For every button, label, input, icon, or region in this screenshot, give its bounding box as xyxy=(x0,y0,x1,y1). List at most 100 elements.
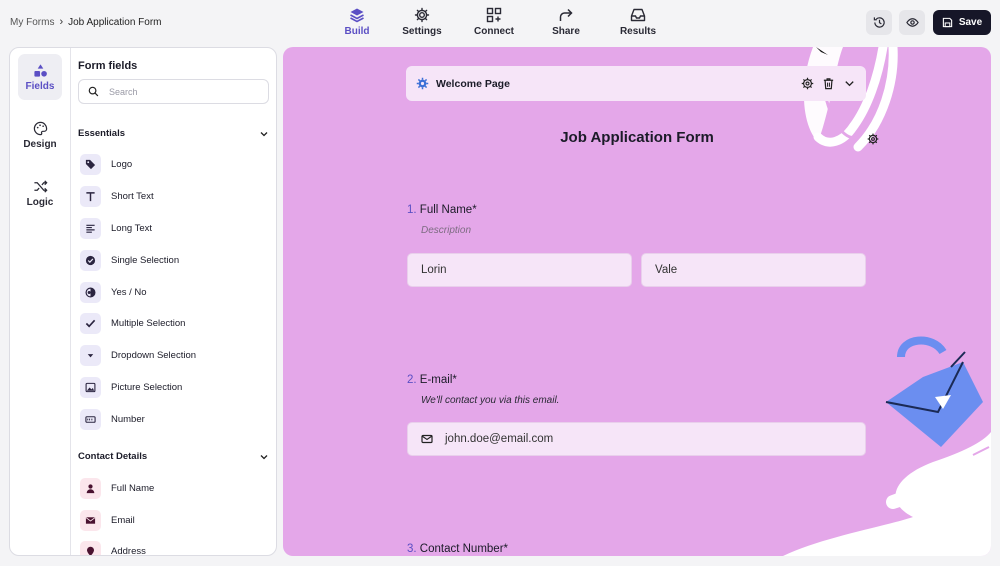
rail-item-logic[interactable]: Logic xyxy=(18,170,62,216)
section-essentials-title: Essentials xyxy=(78,128,125,139)
question-full-name-description[interactable]: Description xyxy=(421,225,471,236)
title-settings-gear-icon[interactable] xyxy=(867,133,879,145)
share-arrow-icon xyxy=(559,8,573,21)
tab-share-label: Share xyxy=(552,26,580,37)
welcome-page-label: Welcome Page xyxy=(436,77,510,90)
question-contact-number-label[interactable]: 3. Contact Number* xyxy=(407,543,508,555)
field-item-picture-selection[interactable]: Picture Selection xyxy=(80,377,182,398)
question-title: Contact Number* xyxy=(419,543,509,555)
search-input[interactable] xyxy=(109,86,249,97)
tab-settings[interactable]: Settings xyxy=(386,0,458,44)
search-icon xyxy=(88,86,99,97)
tab-share[interactable]: Share xyxy=(530,0,602,44)
field-item-short-text[interactable]: Short Text xyxy=(80,186,154,207)
field-item-number[interactable]: Number xyxy=(80,409,145,430)
chevron-down-icon xyxy=(260,131,268,136)
rail-item-design-label: Design xyxy=(23,138,57,150)
shapes-icon xyxy=(33,63,47,77)
field-item-label: Full Name xyxy=(111,483,155,494)
field-item-label: Picture Selection xyxy=(111,382,183,393)
question-full-name-label[interactable]: 1. Full Name* xyxy=(407,204,477,216)
chevron-right-icon: › xyxy=(59,16,64,28)
fields-panel: Fields Design Logic Form fields Essentia… xyxy=(9,47,277,556)
field-item-long-text[interactable]: Long Text xyxy=(80,218,152,239)
section-essentials[interactable]: Essentials xyxy=(78,128,269,139)
field-item-label: Yes / No xyxy=(111,287,147,298)
field-item-single-selection[interactable]: Single Selection xyxy=(80,250,179,271)
chevron-down-icon[interactable] xyxy=(843,77,856,90)
palette-icon xyxy=(33,121,47,135)
first-name-value: Lorin xyxy=(421,264,447,276)
tab-connect-label: Connect xyxy=(474,26,514,37)
tab-results-label: Results xyxy=(619,26,657,37)
field-item-label: Dropdown Selection xyxy=(111,350,197,361)
location-icon xyxy=(80,541,101,555)
question-title: Full Name* xyxy=(419,204,477,216)
rail-divider xyxy=(70,48,71,555)
gear-icon xyxy=(414,7,430,23)
last-name-input[interactable]: Vale xyxy=(641,253,866,287)
number-icon xyxy=(80,409,101,430)
breadcrumb: My Forms › Job Application Form xyxy=(10,16,162,28)
tab-build-label: Build xyxy=(344,26,370,37)
field-item-address[interactable]: Address xyxy=(80,541,146,556)
panel-title: Form fields xyxy=(78,60,138,72)
rail-item-logic-label: Logic xyxy=(26,196,54,208)
tab-connect[interactable]: Connect xyxy=(458,0,530,44)
section-contact-details-title: Contact Details xyxy=(78,451,148,462)
tab-results[interactable]: Results xyxy=(602,0,674,44)
field-item-label: Logo xyxy=(111,159,133,170)
question-number: 2. xyxy=(407,374,417,386)
text-t-icon xyxy=(80,186,101,207)
field-item-logo[interactable]: Logo xyxy=(80,154,132,175)
save-label: Save xyxy=(958,17,983,28)
question-email-description[interactable]: We'll contact you via this email. xyxy=(421,395,559,406)
first-name-input[interactable]: Lorin xyxy=(407,253,632,287)
field-item-label: Number xyxy=(111,414,145,425)
gear-icon xyxy=(416,77,429,90)
field-item-full-name[interactable]: Full Name xyxy=(80,478,154,499)
tag-icon xyxy=(80,154,101,175)
history-button[interactable] xyxy=(866,10,892,35)
section-contact-details[interactable]: Contact Details xyxy=(78,451,269,462)
question-email-label[interactable]: 2. E-mail* xyxy=(407,374,457,386)
trash-icon[interactable] xyxy=(822,77,835,90)
preview-button[interactable] xyxy=(899,10,925,35)
chevron-down-icon xyxy=(260,454,268,459)
rail-item-fields-label: Fields xyxy=(25,80,55,92)
field-item-label: Short Text xyxy=(111,191,154,202)
tab-settings-label: Settings xyxy=(402,26,442,37)
shuffle-icon xyxy=(33,179,48,193)
field-item-yes-no[interactable]: Yes / No xyxy=(80,282,147,303)
email-field[interactable]: john.doe@email.com xyxy=(407,422,866,456)
radio-check-icon xyxy=(80,250,101,271)
form-title[interactable]: Job Application Form xyxy=(407,129,867,146)
question-title: E-mail* xyxy=(419,374,457,386)
tab-build[interactable]: Build xyxy=(328,0,386,44)
breadcrumb-root-link[interactable]: My Forms xyxy=(10,17,54,28)
breadcrumb-current: Job Application Form xyxy=(68,16,162,28)
field-item-label: Multiple Selection xyxy=(111,318,186,329)
search-box[interactable] xyxy=(78,79,269,104)
image-icon xyxy=(80,377,101,398)
dropdown-icon xyxy=(80,345,101,366)
field-item-label: Address xyxy=(111,546,146,556)
paragraph-icon xyxy=(80,218,101,239)
grid-plus-icon xyxy=(486,7,502,23)
field-item-email[interactable]: Email xyxy=(80,510,135,531)
settings-gear-icon[interactable] xyxy=(801,77,814,90)
rail-item-design[interactable]: Design xyxy=(18,112,62,158)
field-item-dropdown-selection[interactable]: Dropdown Selection xyxy=(80,345,196,366)
save-button[interactable]: Save xyxy=(933,10,991,35)
nav-tabs: Build Settings Connect Share Results xyxy=(328,0,674,44)
top-bar: My Forms › Job Application Form Build Se… xyxy=(0,0,1000,44)
envelope-icon xyxy=(421,434,433,444)
half-circle-icon xyxy=(80,282,101,303)
question-number: 3. xyxy=(407,543,417,555)
field-item-multiple-selection[interactable]: Multiple Selection xyxy=(80,313,185,334)
rail-item-fields[interactable]: Fields xyxy=(18,54,62,100)
welcome-page-bar[interactable]: Welcome Page xyxy=(406,66,866,101)
person-icon xyxy=(80,478,101,499)
save-icon xyxy=(942,17,952,28)
field-item-label: Long Text xyxy=(111,223,153,234)
